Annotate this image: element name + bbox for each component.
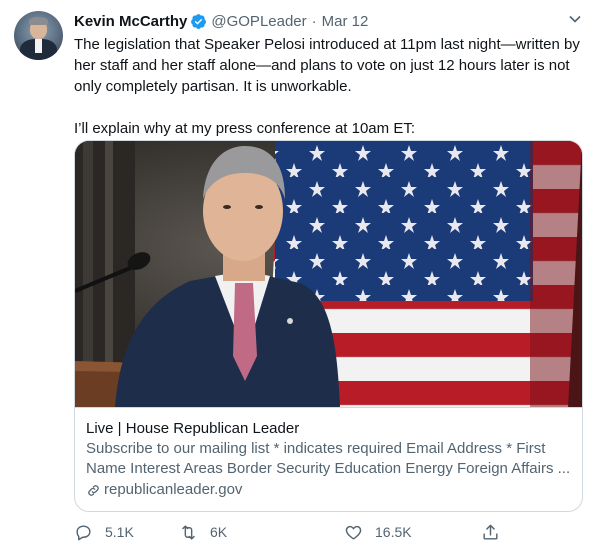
card-description: Subscribe to our mailing list * indicate… xyxy=(86,440,571,477)
tweet-text: The legislation that Speaker Pelosi intr… xyxy=(74,34,586,139)
verified-badge-icon xyxy=(191,13,207,29)
card-title: Live | House Republican Leader xyxy=(86,420,300,437)
chevron-down-icon[interactable] xyxy=(565,9,585,29)
tweet[interactable]: Kevin McCarthy @GOPLeader · Mar 12 The l… xyxy=(0,0,598,551)
link-card[interactable]: Live | House Republican Leader Subscribe… xyxy=(74,140,583,512)
share-icon xyxy=(483,524,498,540)
avatar-hair xyxy=(29,17,48,25)
like-count: 16.5K xyxy=(375,524,412,540)
reply-icon xyxy=(76,524,91,540)
card-domain-text: republicanleader.gov xyxy=(104,481,243,498)
separator-dot: · xyxy=(311,12,317,30)
tweet-header: Kevin McCarthy @GOPLeader · Mar 12 xyxy=(74,11,368,31)
reply-count: 5.1K xyxy=(105,524,134,540)
avatar-shirt xyxy=(35,39,42,53)
card-body[interactable]: Live | House Republican Leader Subscribe… xyxy=(75,407,582,511)
author-name[interactable]: Kevin McCarthy xyxy=(74,13,187,30)
like-button[interactable]: 16.5K xyxy=(344,520,412,544)
retweet-button[interactable]: 6K xyxy=(179,520,227,544)
link-icon xyxy=(88,484,99,496)
like-icon xyxy=(345,525,362,540)
tweet-paragraph-2: I’ll explain why at my press conference … xyxy=(74,120,415,137)
avatar[interactable] xyxy=(14,11,63,60)
retweet-icon xyxy=(182,524,195,540)
tweet-paragraph-1: The legislation that Speaker Pelosi intr… xyxy=(74,36,580,95)
share-button[interactable] xyxy=(481,520,512,544)
tweet-date[interactable]: Mar 12 xyxy=(322,13,369,30)
retweet-count: 6K xyxy=(210,524,228,540)
card-image[interactable] xyxy=(75,141,582,407)
action-bar: 5.1K 6K 16.5K xyxy=(74,520,504,544)
card-domain: republicanleader.gov xyxy=(86,480,571,500)
reply-button[interactable]: 5.1K xyxy=(74,520,134,544)
card-photo xyxy=(75,141,582,407)
author-handle[interactable]: @GOPLeader xyxy=(211,13,306,30)
